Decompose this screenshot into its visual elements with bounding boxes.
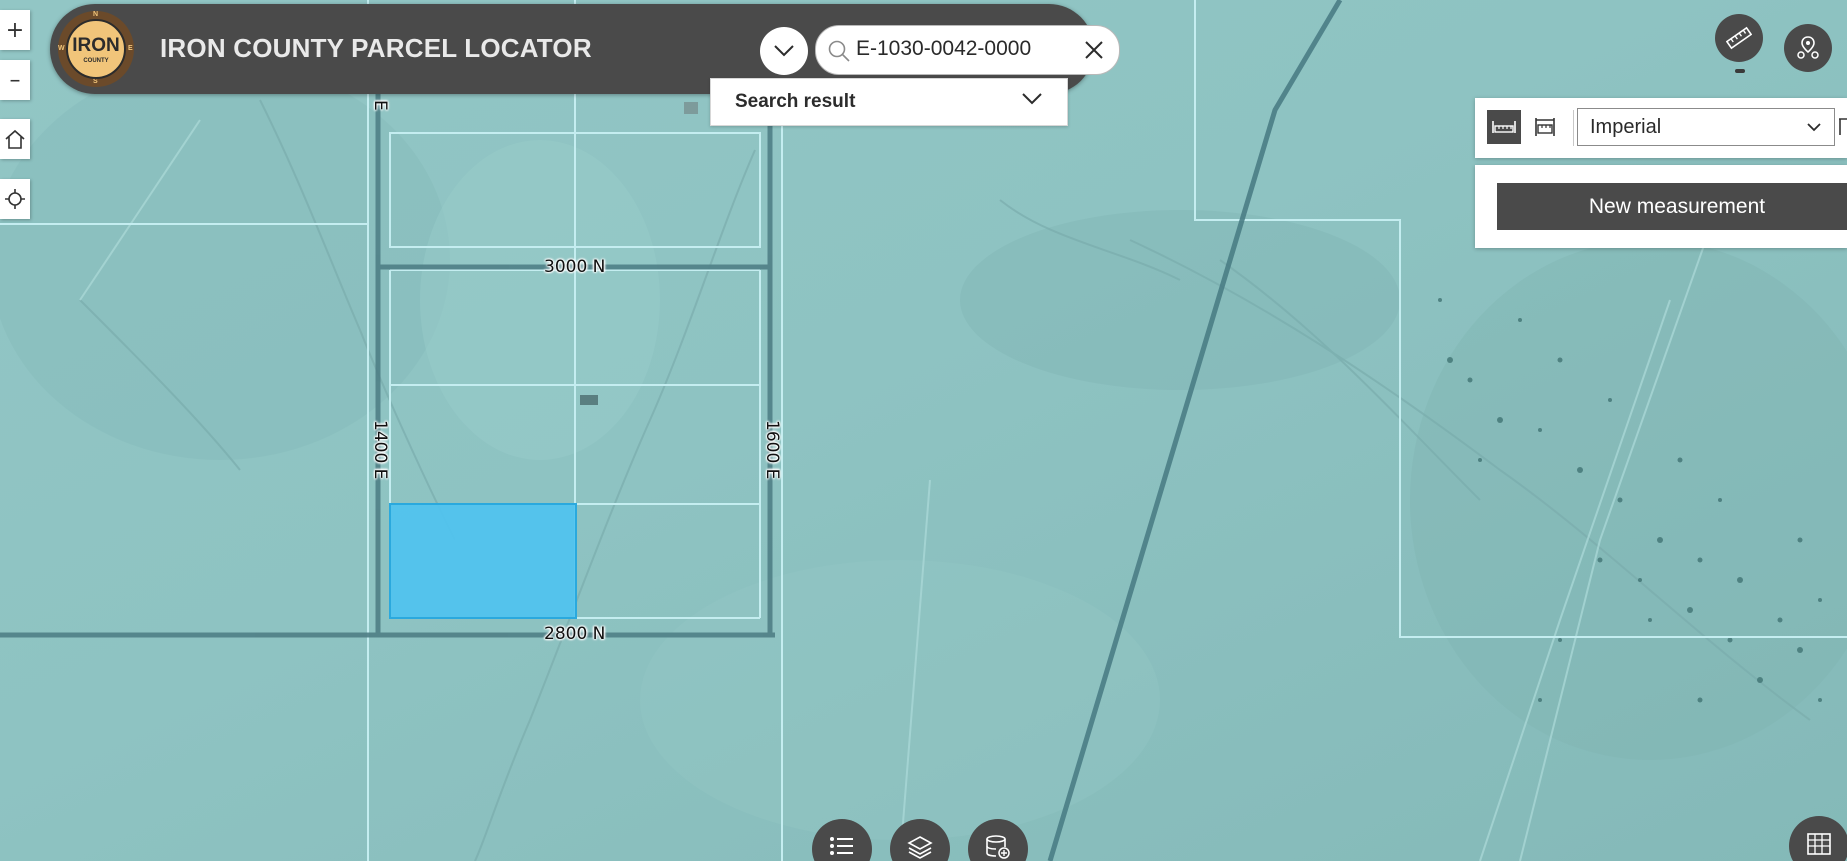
zoom-out-button[interactable]: –	[0, 60, 30, 100]
zoom-in-button[interactable]: +	[0, 10, 30, 50]
measure-active-indicator	[1735, 69, 1745, 73]
logo-subword: COUNTY	[83, 58, 109, 64]
logo-word: IRON	[72, 35, 120, 56]
road-label-1600e: 1600 E	[762, 420, 782, 480]
compass-w: W	[58, 45, 65, 52]
iron-county-logo: N S W E IRON COUNTY	[58, 11, 134, 87]
chevron-down-icon	[1807, 123, 1821, 132]
road-label-1400e: 1400 E	[370, 420, 390, 480]
search-toggle-button[interactable]	[760, 27, 808, 75]
locate-icon	[5, 189, 25, 209]
trash-icon[interactable]	[1839, 117, 1847, 137]
search-result-label: Search result	[735, 91, 856, 112]
distance-icon	[1492, 121, 1516, 133]
chevron-down-icon[interactable]	[1021, 91, 1043, 107]
minus-icon: –	[9, 67, 21, 93]
list-icon	[830, 837, 853, 855]
home-button[interactable]	[0, 119, 30, 159]
locate-button[interactable]	[0, 179, 30, 219]
road-label-top-e: E	[370, 100, 390, 111]
compass-n: N	[93, 11, 99, 18]
search-input[interactable]	[856, 36, 1061, 62]
search-result-panel[interactable]: Search result	[710, 78, 1068, 126]
road-label-2800n: 2800 N	[544, 624, 606, 644]
distance-tool-button[interactable]	[1487, 110, 1521, 144]
measure-button[interactable]	[1715, 14, 1763, 62]
search-icon	[828, 40, 850, 62]
toolbar-divider	[1573, 110, 1574, 146]
unit-select[interactable]: Imperial	[1577, 108, 1835, 146]
app-title: IRON COUNTY PARCEL LOCATOR	[160, 33, 592, 63]
highlighted-parcel[interactable]	[389, 503, 577, 619]
area-tool-button[interactable]	[1528, 110, 1562, 144]
measurement-toolbar: Imperial	[1475, 98, 1847, 158]
unit-select-value: Imperial	[1590, 116, 1662, 138]
location-pins-button[interactable]	[1784, 24, 1832, 72]
new-measurement-button[interactable]: New measurement	[1497, 183, 1847, 230]
compass-s: S	[93, 78, 98, 85]
clear-search-icon[interactable]	[1082, 38, 1106, 62]
ruler-icon	[1726, 26, 1752, 50]
structure	[580, 395, 598, 405]
database-add-icon	[986, 835, 1010, 859]
logo-badge: IRON COUNTY	[66, 19, 126, 79]
measurement-panel-body: New measurement	[1475, 165, 1847, 248]
parcel-locator-app: 3000 N 2800 N 1400 E 1600 E E + – N S W …	[0, 0, 1847, 861]
search-box[interactable]	[815, 25, 1120, 75]
plus-icon: +	[5, 17, 25, 43]
home-icon	[5, 129, 25, 149]
layers-icon	[907, 836, 933, 859]
map-pins-icon	[1797, 36, 1819, 59]
compass-e: E	[128, 45, 133, 52]
chevron-down-icon	[774, 45, 794, 57]
structure	[684, 102, 698, 114]
area-icon	[1535, 118, 1555, 136]
road-label-3000n: 3000 N	[544, 257, 606, 277]
table-icon	[1807, 833, 1831, 855]
